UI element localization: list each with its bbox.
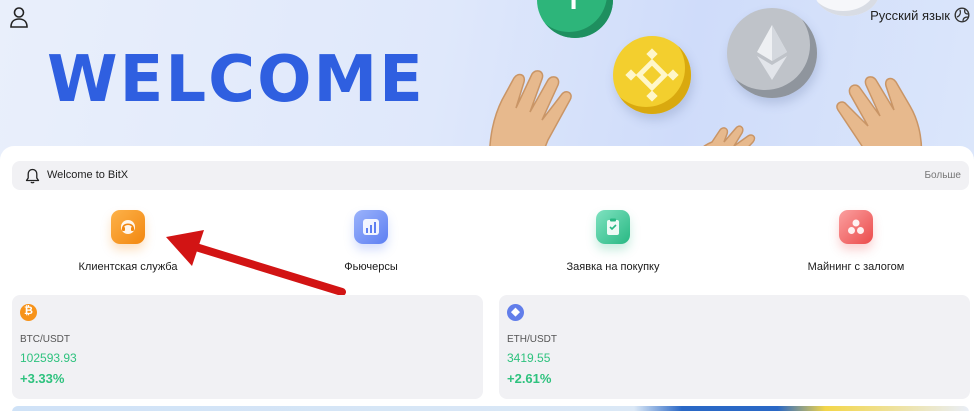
user-profile-icon[interactable]	[9, 6, 29, 28]
announcement-bar[interactable]: Welcome to BitX Больше	[12, 161, 969, 190]
main-content-card: Welcome to BitX Больше Клиентская служба…	[0, 146, 974, 411]
announcement-text: Welcome to BitX	[47, 169, 129, 181]
headset-icon	[111, 210, 145, 244]
ticker-price: 3419.55	[507, 351, 551, 365]
tether-coin-image	[537, 0, 613, 38]
banner-title: WELCOME	[47, 43, 425, 117]
menu-label: Заявка на покупку	[566, 261, 660, 273]
promo-banner-strip[interactable]	[12, 406, 969, 411]
ticker-pair: BTC/USDT	[20, 334, 70, 345]
ticker-price: 102593.93	[20, 351, 77, 365]
annotation-arrow	[166, 230, 346, 296]
language-selector[interactable]: Русский язык	[870, 7, 970, 23]
menu-label: Майнинг с залогом	[807, 261, 905, 273]
ticker-card-eth[interactable]: ◆ ETH/USDT 3419.55 +2.61%	[499, 295, 970, 399]
bnb-coin-image	[613, 36, 691, 114]
ethereum-icon: ◆	[507, 304, 524, 321]
more-link[interactable]: Больше	[924, 170, 961, 181]
hero-banner: WELCOME Русский язык	[0, 0, 974, 160]
bell-icon	[25, 168, 40, 184]
bitcoin-icon: ₿	[20, 304, 37, 321]
ticker-card-btc[interactable]: ₿ BTC/USDT 102593.93 +3.33%	[12, 295, 483, 399]
mining-icon	[839, 210, 873, 244]
globe-icon	[954, 7, 970, 23]
ticker-pair: ETH/USDT	[507, 334, 557, 345]
ticker-change: +3.33%	[20, 371, 65, 386]
menu-item-staking-mining[interactable]: Майнинг с залогом	[776, 210, 936, 273]
language-label: Русский язык	[870, 7, 950, 23]
clipboard-icon	[596, 210, 630, 244]
ticker-change: +2.61%	[507, 371, 552, 386]
chart-up-icon	[354, 210, 388, 244]
left-hand-image	[488, 70, 572, 160]
menu-item-purchase-request[interactable]: Заявка на покупку	[533, 210, 693, 273]
